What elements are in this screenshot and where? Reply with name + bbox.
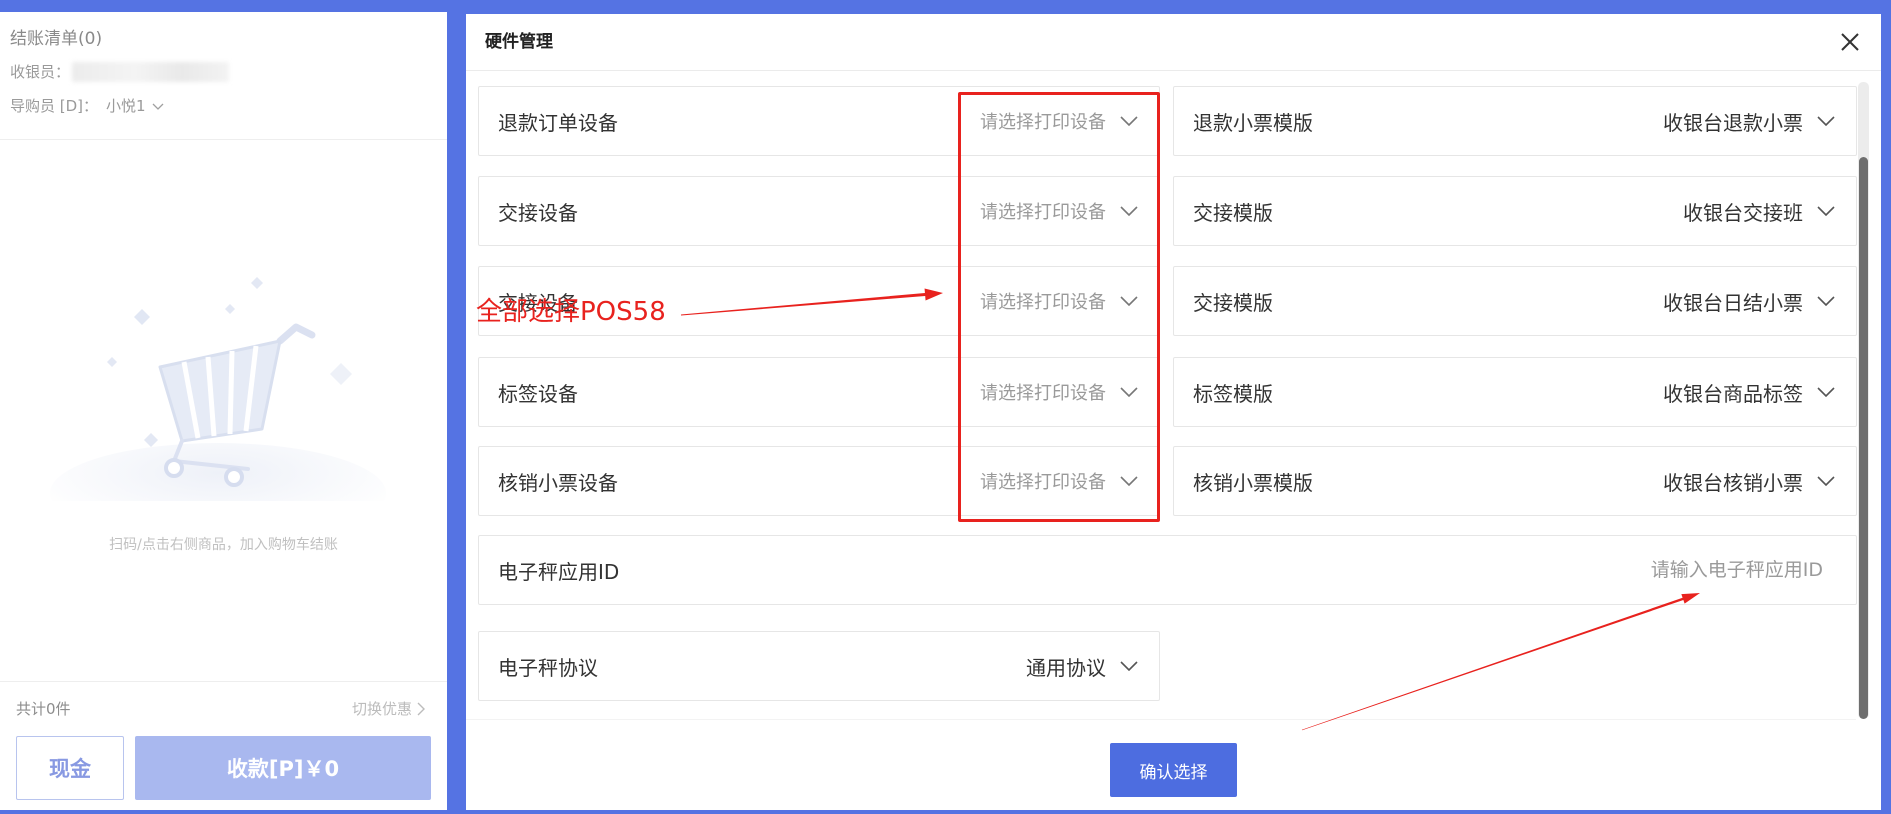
select-value: 收银台退款小票 (1663, 110, 1803, 135)
refund-receipt-template-select[interactable]: 收银台退款小票 (1663, 107, 1835, 136)
shopping-guide-value: 小悦1 (106, 97, 146, 115)
verify-receipt-template-field: 核销小票模版 收银台核销小票 (1173, 446, 1857, 516)
cashier-label: 收银员： (10, 63, 71, 81)
label-template-field: 标签模版 收银台商品标签 (1173, 357, 1857, 427)
cash-button[interactable]: 现金 (16, 736, 124, 800)
chevron-down-icon (1817, 387, 1835, 397)
handover-template-select[interactable]: 收银台交接班 (1683, 197, 1835, 226)
handover-template-field: 交接模版 收银台交接班 (1173, 176, 1857, 246)
field-label: 标签模版 (1193, 381, 1273, 406)
field-label: 核销小票模版 (1193, 470, 1313, 495)
checkout-list-title: 结账清单(0) (10, 29, 103, 49)
close-icon[interactable] (1839, 31, 1861, 53)
scale-app-id-input[interactable] (639, 558, 1825, 582)
empty-cart-icon (50, 277, 386, 501)
checkout-panel: 结账清单(0) 收银员： 导购员 [D]： 小悦1 扫码/点击右侧商品，加入购物… (0, 12, 447, 810)
chevron-down-icon (1817, 296, 1835, 306)
field-label: 标签设备 (498, 381, 578, 406)
select-value: 收银台商品标签 (1663, 381, 1803, 406)
hardware-management-modal: 硬件管理 退款订单设备 请选择打印设备 退款小票模版 收银台退款小票 交接设备 … (466, 14, 1881, 810)
select-value: 收银台日结小票 (1663, 290, 1803, 315)
shopping-guide-selector[interactable]: 导购员 [D]： 小悦1 (10, 96, 164, 117)
field-label: 退款小票模版 (1193, 110, 1313, 135)
field-label: 退款订单设备 (498, 110, 618, 135)
chevron-right-icon (417, 702, 425, 716)
switch-discount-link[interactable]: 切换优惠 (352, 699, 425, 719)
refund-receipt-template-field: 退款小票模版 收银台退款小票 (1173, 86, 1857, 156)
empty-cart-hint: 扫码/点击右侧商品，加入购物车结账 (109, 537, 338, 553)
modal-title: 硬件管理 (485, 32, 553, 52)
chevron-down-icon (1120, 661, 1138, 671)
daily-settlement-template-select[interactable]: 收银台日结小票 (1663, 287, 1835, 316)
divider (0, 681, 447, 682)
field-label: 电子秤协议 (498, 655, 598, 680)
divider (466, 719, 1856, 720)
field-label: 交接模版 (1193, 200, 1273, 225)
select-value: 通用协议 (1026, 655, 1106, 680)
confirm-selection-button[interactable]: 确认选择 (1110, 743, 1237, 797)
item-count: 共计0件 (16, 700, 71, 718)
select-value: 收银台核销小票 (1663, 470, 1803, 495)
field-label: 核销小票设备 (498, 470, 618, 495)
scale-app-id-field: 电子秤应用ID (478, 535, 1857, 605)
scrollbar-thumb[interactable] (1859, 157, 1868, 719)
divider (466, 70, 1881, 71)
chevron-down-icon (1817, 116, 1835, 126)
verify-receipt-template-select[interactable]: 收银台核销小票 (1663, 467, 1835, 496)
chevron-down-icon (152, 103, 164, 110)
label-template-select[interactable]: 收银台商品标签 (1663, 378, 1835, 407)
field-label: 交接模版 (1193, 290, 1273, 315)
select-value: 收银台交接班 (1683, 200, 1803, 225)
cashier-name-redacted (72, 62, 229, 82)
field-label: 电子秤应用ID (498, 559, 620, 584)
shopping-guide-label: 导购员 [D]： (10, 97, 99, 115)
scale-protocol-select[interactable]: 通用协议 (1026, 652, 1138, 681)
chevron-down-icon (1817, 476, 1835, 486)
divider (0, 139, 447, 140)
annotation-highlight-box (958, 92, 1160, 522)
daily-settlement-template-field: 交接模版 收银台日结小票 (1173, 266, 1857, 336)
field-label: 交接设备 (498, 200, 578, 225)
switch-discount-label: 切换优惠 (351, 700, 412, 718)
collect-payment-button[interactable]: 收款[P]￥0 (135, 736, 431, 800)
annotation-note: 全部选择POS58 (476, 297, 666, 327)
scale-protocol-field: 电子秤协议 通用协议 (478, 631, 1160, 701)
chevron-down-icon (1817, 206, 1835, 216)
